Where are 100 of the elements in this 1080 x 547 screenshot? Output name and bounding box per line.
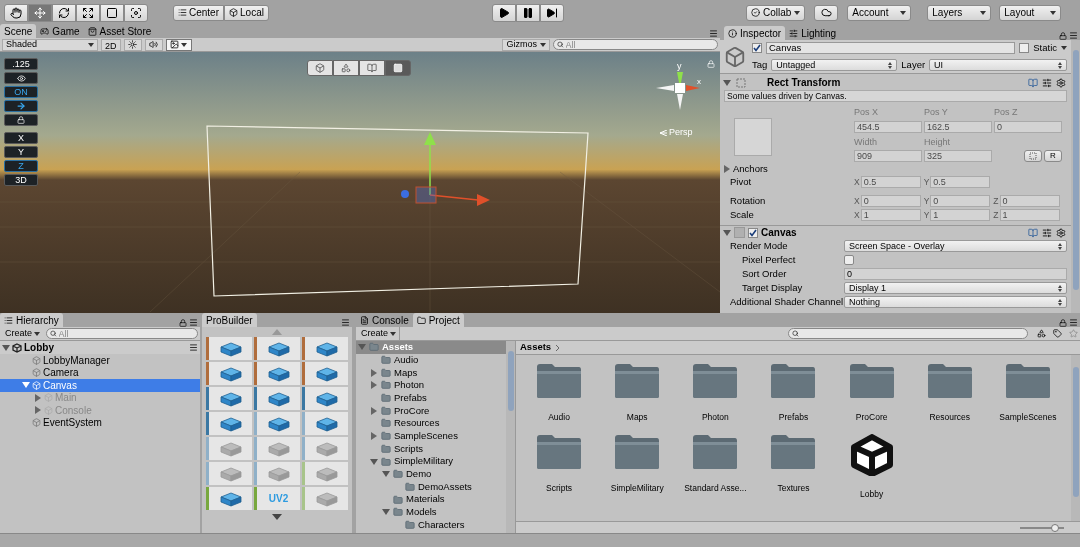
anchors-foldout[interactable]: Anchors	[733, 161, 768, 177]
scene-overlay-button[interactable]: ON	[4, 86, 38, 98]
probuilder-tool-button[interactable]	[206, 412, 252, 435]
probuilder-tool-button[interactable]	[206, 337, 252, 360]
probuilder-tool-button[interactable]	[254, 362, 300, 385]
value-field[interactable]: 0	[844, 268, 1067, 280]
value-field[interactable]: 325	[924, 150, 992, 162]
disclosure-triangle-icon[interactable]	[370, 368, 378, 377]
asset-label[interactable]: Prefabs	[778, 411, 809, 424]
folder-tree-item[interactable]: Audio	[356, 353, 506, 367]
checkbox[interactable]	[844, 255, 854, 265]
settings-icon[interactable]	[1056, 227, 1066, 238]
breadcrumb-link[interactable]: Assets	[520, 341, 552, 355]
pause-button[interactable]	[515, 3, 540, 22]
name-field[interactable]: Canvas	[766, 41, 1016, 54]
preset-icon[interactable]	[1042, 77, 1052, 88]
disclosure-triangle-icon[interactable]	[723, 228, 731, 237]
probuilder-tool-button[interactable]	[302, 337, 348, 360]
asset-label[interactable]: Standard Asse...	[684, 481, 747, 495]
lock-icon[interactable]	[179, 318, 187, 327]
create-dropdown[interactable]: Create	[2, 326, 43, 341]
value-field[interactable]: 0	[930, 195, 991, 207]
scene-name[interactable]: Lobby	[24, 340, 54, 355]
hierarchy-item[interactable]: Canvas	[0, 379, 200, 392]
2d-toggle[interactable]: 2D	[101, 38, 121, 51]
active-checkbox[interactable]	[752, 42, 762, 53]
scene-overlay-button[interactable]: Z	[4, 160, 38, 172]
panel-tab[interactable]: Project	[412, 313, 464, 327]
asset-label[interactable]: Lobby	[860, 487, 884, 501]
folder-tree-item[interactable]: Characters	[356, 518, 506, 532]
component-title[interactable]: Rect Transform	[767, 75, 841, 90]
pivot-rotation-button[interactable]: Local	[224, 4, 269, 21]
value-field[interactable]: 0	[860, 195, 921, 207]
lock-icon[interactable]	[1059, 318, 1067, 327]
tag-icon[interactable]	[1053, 329, 1062, 338]
asset-label[interactable]: Photon	[701, 411, 729, 424]
disclosure-triangle-icon[interactable]	[370, 381, 378, 390]
hierarchy-item[interactable]: EventSystem	[0, 416, 200, 429]
folder-tree-item[interactable]: DemoAssets	[356, 480, 506, 494]
probuilder-tool-button[interactable]	[206, 487, 252, 510]
probuilder-tool-button[interactable]	[254, 337, 300, 360]
tag-dropdown[interactable]: Untagged	[771, 59, 898, 72]
folder-tree-item[interactable]: Photon	[356, 379, 506, 392]
raw-edit-button[interactable]: R	[1044, 150, 1062, 162]
pivot-mode-button[interactable]: Center	[173, 4, 224, 21]
value-field[interactable]: 1	[999, 209, 1060, 221]
panel-tab[interactable]: Hierarchy	[0, 313, 63, 327]
orientation-gizmo-drawing[interactable]: y x	[654, 58, 704, 114]
menu-icon[interactable]	[341, 318, 350, 327]
folder-tree-item[interactable]: SimpleMilitary	[356, 455, 506, 468]
disclosure-triangle-icon[interactable]	[382, 508, 390, 517]
disclosure-triangle-icon[interactable]	[22, 381, 30, 390]
component-title[interactable]: Canvas	[761, 225, 797, 240]
asset-label[interactable]: Audio	[548, 411, 570, 424]
scrollbar-thumb[interactable]	[1072, 367, 1079, 497]
rotate-tool-button[interactable]	[52, 3, 76, 22]
scene-overlay-button[interactable]: X	[4, 132, 38, 144]
menu-icon[interactable]	[709, 29, 718, 38]
move-gizmo-drawing[interactable]	[401, 132, 490, 206]
dropdown[interactable]: Screen Space - Overlay	[844, 240, 1067, 252]
settings-icon[interactable]	[1056, 77, 1066, 88]
menu-icon[interactable]	[1069, 31, 1078, 40]
asset-label[interactable]: Maps	[626, 411, 648, 424]
folder-tree-item[interactable]: Maps	[356, 366, 506, 380]
panel-tab[interactable]: ProBuilder	[202, 313, 257, 327]
blueprint-mode-button[interactable]	[1024, 150, 1042, 162]
view-tool-button[interactable]	[307, 60, 333, 76]
scroll-down-icon[interactable]	[272, 514, 282, 520]
panel-tab[interactable]: Lighting	[785, 26, 841, 40]
scrollbar[interactable]	[506, 341, 515, 533]
value-field[interactable]: 1	[860, 209, 921, 221]
folder-tree-item[interactable]: ProCore	[356, 404, 506, 418]
panel-tab[interactable]: Scene	[0, 24, 37, 38]
scrollbar[interactable]	[1071, 355, 1080, 521]
rect-tool-button[interactable]	[100, 3, 124, 22]
play-button[interactable]	[491, 3, 516, 22]
layers-dropdown[interactable]: Layers	[927, 4, 992, 21]
value-field[interactable]: 1	[930, 209, 991, 221]
draw-mode-dropdown[interactable]: Shaded	[2, 38, 98, 51]
asset-label[interactable]: SampleScenes	[999, 411, 1057, 424]
layer-dropdown[interactable]: UI	[929, 59, 1067, 72]
menu-icon[interactable]	[189, 343, 198, 352]
step-button[interactable]	[539, 3, 564, 22]
scene-overlay-button[interactable]: Y	[4, 146, 38, 158]
audio-toggle[interactable]	[144, 38, 163, 51]
lock-icon[interactable]	[1059, 31, 1067, 40]
disclosure-triangle-icon[interactable]	[370, 432, 378, 441]
asset-label[interactable]: SimpleMilitary	[610, 481, 664, 495]
view-tool-button[interactable]	[359, 60, 385, 76]
gizmos-dropdown[interactable]: Gizmos	[502, 38, 550, 51]
value-field[interactable]: 0	[994, 120, 1062, 133]
lock-icon[interactable]	[707, 60, 715, 68]
scene-overlay-button[interactable]: .125	[4, 58, 38, 70]
preset-icon[interactable]	[1042, 227, 1052, 238]
slider-thumb[interactable]	[1051, 523, 1060, 532]
value-field[interactable]: 909	[854, 150, 922, 162]
disclosure-triangle-icon[interactable]	[723, 78, 731, 87]
disclosure-triangle-icon[interactable]	[2, 343, 10, 352]
scene-viewport[interactable]: .125 ON X Y Z 3D y x Persp	[0, 52, 720, 313]
scale-tool-button[interactable]	[76, 3, 100, 22]
